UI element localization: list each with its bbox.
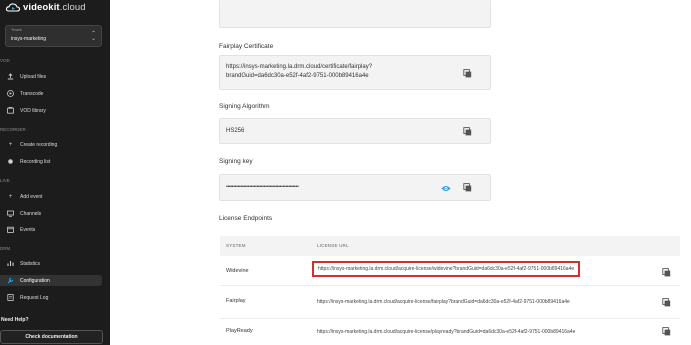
- table-row: Widevine https://insys-marketing.la.drm.…: [220, 258, 680, 286]
- fairplay-certificate-label: Fairplay Certificate: [219, 43, 274, 50]
- sidebar-item-statistics[interactable]: Statistics: [0, 258, 102, 269]
- sidebar-item-label: Create recording: [20, 141, 58, 148]
- sidebar-item-recording-list[interactable]: Recording list: [0, 156, 102, 167]
- eye-icon[interactable]: [441, 185, 451, 192]
- row-license-url[interactable]: https://insys-marketing.la.drm.cloud/acq…: [317, 329, 575, 335]
- main-content: Fairplay Certificate https://insys-marke…: [110, 0, 691, 345]
- sidebar-item-upload-files[interactable]: Upload files: [0, 71, 102, 82]
- copy-icon[interactable]: [662, 327, 671, 336]
- calendar-icon: [7, 226, 14, 233]
- section-vod: VOD: [0, 58, 10, 63]
- wrench-icon: [7, 277, 14, 284]
- copy-icon[interactable]: [463, 69, 472, 78]
- tenant-label: Tenant: [11, 28, 22, 32]
- signing-algorithm-label: Signing Algorithm: [219, 103, 270, 110]
- sidebar-item-label: Upload files: [20, 73, 47, 80]
- sidebar-item-label: Recording list: [20, 158, 51, 165]
- table-row: PlayReady https://insys-marketing.la.drm…: [220, 320, 680, 345]
- row-license-url[interactable]: https://insys-marketing.la.drm.cloud/acq…: [317, 299, 570, 305]
- sidebar-item-label: Add event: [20, 193, 43, 200]
- monitor-icon: [7, 210, 14, 217]
- copy-icon[interactable]: [662, 298, 671, 307]
- copy-icon[interactable]: [463, 127, 472, 136]
- check-documentation-button[interactable]: Check documentation: [0, 330, 103, 344]
- plus-icon: +: [8, 193, 13, 200]
- column-header-system: SYSTEM: [226, 243, 246, 248]
- section-recorder: RECORDER: [0, 127, 26, 132]
- plus-icon: +: [8, 141, 13, 148]
- sidebar: videokit.cloud Tenant insys-marketing ⌃ ⌄…: [0, 0, 110, 345]
- help-title: Need Help?: [1, 317, 29, 323]
- sidebar-item-vod-library[interactable]: VOD library: [0, 105, 102, 116]
- brand-name: videokit.cloud: [23, 1, 86, 13]
- license-endpoints-title: License Endpoints: [219, 215, 273, 222]
- sidebar-item-events[interactable]: Events: [0, 224, 102, 235]
- chevron-updown-icon: ⌃ ⌄: [90, 31, 96, 42]
- brand-logo[interactable]: videokit.cloud: [6, 1, 86, 13]
- sidebar-item-configuration[interactable]: Configuration: [0, 275, 102, 286]
- sidebar-item-request-log[interactable]: Request Log: [0, 292, 102, 303]
- signing-key-field[interactable]: ••••••••••••••••••••••••••••••••••••••••…: [219, 174, 491, 201]
- section-drm: DRM: [0, 246, 11, 251]
- table-row: Fairplay https://insys-marketing.la.drm.…: [220, 287, 680, 319]
- sidebar-item-add-event[interactable]: + Add event: [0, 191, 102, 202]
- sidebar-item-label: Request Log: [20, 294, 49, 301]
- cloud-logo-icon: [6, 2, 20, 12]
- copy-icon[interactable]: [662, 268, 671, 277]
- row-system: PlayReady: [226, 328, 253, 334]
- app-window: videokit.cloud Tenant insys-marketing ⌃ ⌄…: [0, 0, 691, 345]
- log-icon: [7, 294, 14, 301]
- signing-key-value: ••••••••••••••••••••••••••••••••••••••••…: [226, 184, 299, 190]
- sidebar-item-transcode[interactable]: Transcode: [0, 88, 102, 99]
- sidebar-item-label: Statistics: [20, 260, 41, 267]
- fairplay-certificate-field[interactable]: https://insys-marketing.la.drm.cloud/cer…: [219, 55, 491, 90]
- row-system: Fairplay: [226, 298, 246, 304]
- sidebar-item-label: Configuration: [20, 277, 50, 284]
- sidebar-item-create-recording[interactable]: + Create recording: [0, 139, 102, 150]
- section-live: LIVE: [0, 178, 10, 183]
- sidebar-item-label: Events: [20, 226, 36, 233]
- sidebar-item-label: Transcode: [20, 90, 44, 97]
- column-header-license-url: LICENSE URL: [317, 243, 349, 248]
- signing-algorithm-value: HS256: [226, 128, 245, 134]
- row-license-url[interactable]: https://insys-marketing.la.drm.cloud/acq…: [312, 261, 581, 277]
- signing-key-label: Signing key: [219, 158, 253, 165]
- previous-field-box: [219, 0, 491, 28]
- table-header: SYSTEM LICENSE URL: [220, 236, 680, 256]
- fairplay-certificate-line1: https://insys-marketing.la.drm.cloud/cer…: [226, 64, 373, 70]
- fairplay-certificate-line2: brandGuid=da6dc30a-e52f-4af2-9751-000b89…: [226, 73, 369, 79]
- tenant-select[interactable]: Tenant insys-marketing ⌃ ⌄: [5, 25, 102, 47]
- row-system: Widevine: [226, 268, 249, 274]
- sidebar-item-label: VOD library: [20, 107, 46, 114]
- record-icon: [7, 158, 14, 165]
- play-circle-icon: [7, 90, 14, 97]
- upload-icon: [7, 73, 14, 80]
- sidebar-item-label: Channels: [20, 210, 42, 217]
- signing-algorithm-field[interactable]: HS256: [219, 118, 491, 144]
- library-icon: [7, 107, 14, 114]
- sidebar-item-channels[interactable]: Channels: [0, 208, 102, 219]
- tenant-value: insys-marketing: [11, 36, 47, 42]
- copy-icon[interactable]: [463, 183, 472, 192]
- chart-icon: [7, 260, 14, 267]
